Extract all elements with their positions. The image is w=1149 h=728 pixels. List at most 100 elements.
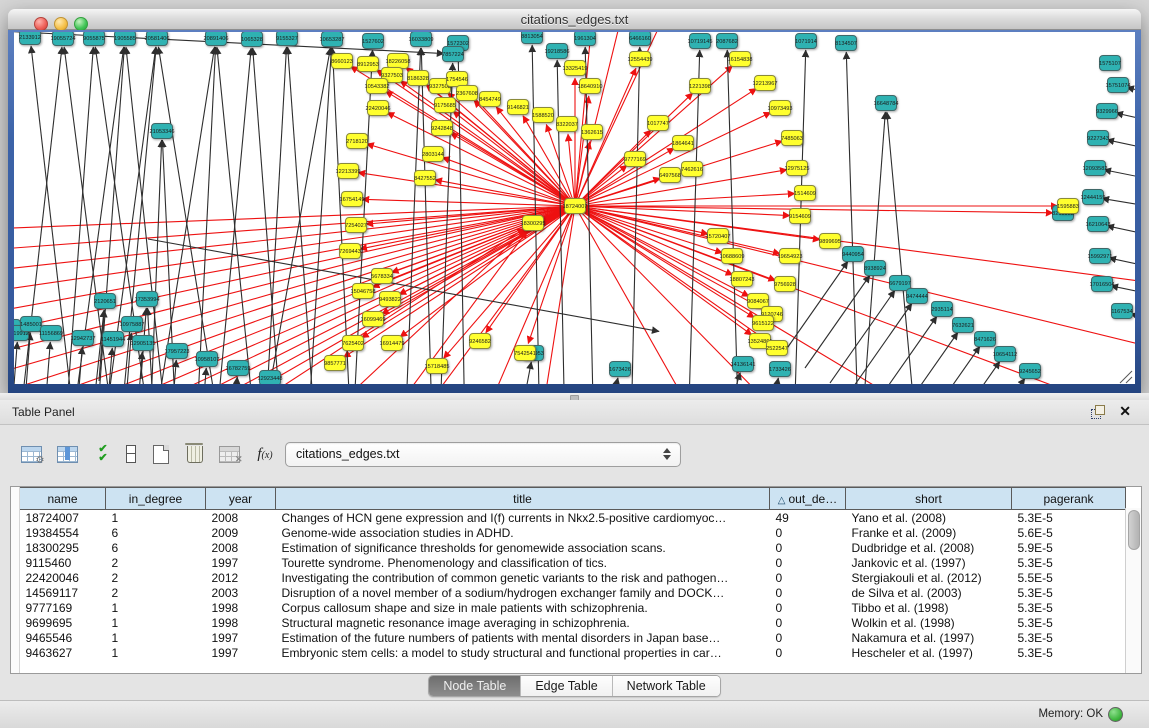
table-cell[interactable]: Tourette syndrome. Phenomenology and cla…	[276, 555, 770, 570]
graph-node[interactable]: 7625402	[342, 336, 364, 351]
graph-node[interactable]: 18640910	[578, 79, 603, 94]
table-cell[interactable]: Estimation of significance thresholds fo…	[276, 540, 770, 555]
graph-node[interactable]: 12093582	[1083, 161, 1108, 176]
graph-node[interactable]: 1961304	[574, 32, 596, 46]
graph-node[interactable]: 2803144	[422, 147, 444, 162]
graph-edge[interactable]	[1104, 170, 1135, 181]
graph-node[interactable]: 10958107	[195, 352, 220, 367]
graph-node[interactable]: 9329966	[1096, 104, 1118, 119]
graph-node[interactable]: 20891406	[204, 32, 229, 46]
graph-node[interactable]: 6497568	[659, 168, 681, 183]
graph-edge[interactable]	[1107, 140, 1135, 151]
table-cell[interactable]: Investigating the contribution of common…	[276, 570, 770, 585]
panel-splitter[interactable]	[0, 393, 1149, 400]
graph-node[interactable]: 5678334	[371, 269, 393, 284]
graph-node[interactable]: 16914479	[380, 336, 405, 351]
graph-node[interactable]: 14136141	[731, 357, 756, 372]
table-cell[interactable]: 6	[106, 540, 206, 555]
graph-node[interactable]: 10543382	[365, 79, 390, 94]
table-row[interactable]: 1938455462009Genome-wide association stu…	[20, 525, 1126, 540]
table-cell[interactable]: 5.3E-5	[1012, 630, 1126, 645]
table-cell[interactable]: 2012	[206, 570, 276, 585]
graph-node[interactable]: 9242848	[431, 121, 453, 136]
column-header-name[interactable]: name	[20, 488, 106, 510]
graph-node[interactable]: 7632621	[952, 318, 974, 333]
graph-node[interactable]: 1065328	[241, 32, 263, 47]
graph-node[interactable]: 20581406	[145, 32, 170, 46]
canvas-resize-grip[interactable]	[1120, 371, 1132, 383]
graph-node[interactable]: 1527602	[362, 34, 384, 49]
graph-edge[interactable]	[1116, 113, 1135, 123]
graph-node[interactable]: 9227343	[1087, 131, 1109, 146]
table-cell[interactable]: de Silva et al. (2003)	[846, 585, 1012, 600]
table-cell[interactable]: 49	[770, 510, 846, 526]
table-row[interactable]: 2242004622012Investigating the contribut…	[20, 570, 1126, 585]
citation-network-graph[interactable]: 2133912190557249055875190558520581406208…	[14, 32, 1135, 384]
graph-node[interactable]: 16210643	[1086, 217, 1111, 232]
graph-edge[interactable]	[158, 47, 220, 384]
table-cell[interactable]: 2003	[206, 585, 276, 600]
graph-node[interactable]: 16782759	[226, 361, 251, 376]
graph-node[interactable]: 1733426	[769, 362, 791, 377]
column-header-title[interactable]: title	[276, 488, 770, 510]
graph-node[interactable]: 10654112	[993, 347, 1017, 362]
table-cell[interactable]: 1	[106, 630, 206, 645]
table-cell[interactable]: 0	[770, 570, 846, 585]
graph-node[interactable]: 9154609	[789, 209, 811, 224]
graph-node[interactable]: 12213967	[753, 76, 778, 91]
table-cell[interactable]: 0	[770, 525, 846, 540]
table-cell[interactable]: 5.3E-5	[1012, 645, 1126, 660]
table-cell[interactable]: 9777169	[20, 600, 106, 615]
graph-edge[interactable]	[960, 378, 1025, 384]
graph-node[interactable]: 8471626	[974, 332, 996, 347]
table-cell[interactable]: Dudbridge et al. (2008)	[846, 540, 1012, 555]
graph-node[interactable]: 12213399	[336, 164, 361, 179]
graph-node[interactable]: 15046758	[351, 284, 376, 299]
graph-node[interactable]: 12942737	[71, 331, 96, 346]
graph-node[interactable]: 1017747	[647, 116, 669, 131]
table-cell[interactable]: 1	[106, 615, 206, 630]
table-cell[interactable]: 0	[770, 630, 846, 645]
table-cell[interactable]: 5.3E-5	[1012, 585, 1126, 600]
table-cell[interactable]: 5.3E-5	[1012, 510, 1126, 526]
table-row[interactable]: 1456911722003Disruption of a novel membe…	[20, 585, 1126, 600]
graph-node[interactable]: 12975125	[785, 161, 810, 176]
graph-node[interactable]: 18300295	[521, 216, 546, 231]
graph-node[interactable]: 2718120	[346, 134, 368, 149]
window-titlebar[interactable]: citations_edges.txt	[8, 9, 1141, 30]
graph-node[interactable]: 1221398	[689, 79, 711, 94]
table-cell[interactable]: 18300295	[20, 540, 106, 555]
graph-edge[interactable]	[190, 47, 216, 384]
graph-node[interactable]: 16648784	[874, 96, 899, 111]
graph-node[interactable]: 9175685	[434, 98, 456, 113]
table-row[interactable]: 977716911998Corpus callosum shape and si…	[20, 600, 1126, 615]
new-table-button[interactable]	[146, 438, 176, 470]
table-cell[interactable]: Nakamura et al. (1997)	[846, 630, 1012, 645]
graph-node[interactable]: 21053346	[150, 124, 175, 139]
graph-node[interactable]: 9899695	[819, 234, 841, 249]
graph-node[interactable]: 7485063	[781, 131, 803, 146]
table-cell[interactable]: 1	[106, 510, 206, 526]
graph-edge[interactable]	[1109, 258, 1135, 269]
graph-node[interactable]: 16033809	[409, 32, 434, 47]
table-cell[interactable]: Wolkin et al. (1998)	[846, 615, 1012, 630]
graph-node[interactable]: 9493822	[379, 292, 401, 307]
graph-node[interactable]: 1673426	[609, 362, 631, 377]
table-cell[interactable]: 2009	[206, 525, 276, 540]
graph-edge[interactable]	[783, 261, 848, 354]
graph-node[interactable]: 8660123	[331, 54, 353, 69]
graph-node[interactable]: 15751074	[1106, 78, 1131, 93]
graph-node[interactable]: 8134507	[835, 36, 857, 51]
graph-edge[interactable]	[253, 48, 290, 384]
table-cell[interactable]: 9699695	[20, 615, 106, 630]
graph-edge[interactable]	[805, 275, 870, 368]
graph-edge[interactable]	[575, 206, 752, 335]
graph-node[interactable]: 1485001	[20, 317, 42, 332]
graph-node[interactable]: 8938924	[864, 261, 886, 276]
column-header-pagerank[interactable]: pagerank	[1012, 488, 1126, 510]
table-cell[interactable]: Corpus callosum shape and size in male p…	[276, 600, 770, 615]
table-cell[interactable]: Disruption of a novel member of a sodium…	[276, 585, 770, 600]
graph-edge[interactable]	[575, 112, 771, 206]
graph-node[interactable]: 1864641	[672, 136, 694, 151]
graph-node[interactable]: 15720407	[706, 229, 731, 244]
